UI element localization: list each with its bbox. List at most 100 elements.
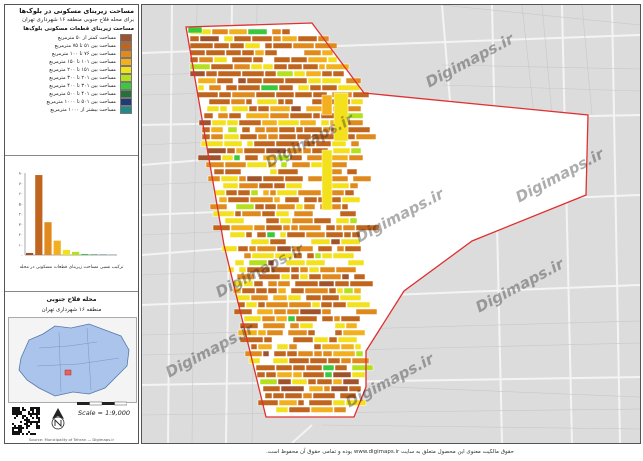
parcel: [197, 84, 205, 91]
parcel: [305, 231, 326, 238]
parcel: [223, 133, 240, 140]
qr-module: [20, 411, 22, 413]
parcel: [330, 154, 349, 161]
qr-module: [28, 425, 30, 427]
parcel: [206, 105, 220, 112]
parcel: [297, 350, 314, 357]
parcel: [299, 308, 322, 315]
parcel: [297, 399, 305, 406]
parcel: [210, 126, 224, 133]
parcel: [213, 56, 228, 63]
parcel: [275, 364, 293, 371]
parcel: [198, 56, 214, 63]
parcel: [352, 175, 372, 182]
parcel: [261, 315, 276, 322]
parcel: [241, 210, 262, 217]
parcel: [200, 140, 224, 147]
parcel: [269, 105, 291, 112]
parcel: [286, 231, 306, 238]
parcel: [265, 301, 289, 308]
parcel: [289, 322, 300, 329]
parcel: [241, 70, 265, 77]
parcel: [241, 49, 255, 56]
parcel: [225, 49, 242, 56]
parcel: [249, 196, 274, 203]
parcel: [332, 147, 351, 154]
parcel: [328, 287, 337, 294]
qr-module: [12, 423, 14, 425]
parcel: [313, 336, 329, 343]
parcel: [311, 98, 323, 105]
footer-copyright: حقوق مالکیت معنوی این محصول متعلق به سای…: [265, 449, 515, 455]
parcel: [282, 224, 291, 231]
qr-module: [26, 433, 28, 435]
parcel: [336, 245, 345, 252]
parcel: [227, 196, 250, 203]
parcel: [231, 56, 253, 63]
parcel: [262, 350, 270, 357]
legend-label: مساحت بین ۱۰۱ تا ۱۵۰ مترمربع: [49, 59, 116, 65]
parcel: [278, 399, 298, 406]
parcel: [321, 252, 333, 259]
qr-module: [18, 413, 20, 415]
parcel: [328, 336, 338, 343]
legend-swatch: [120, 106, 132, 114]
y-tick-label: ۶۰: [19, 191, 23, 196]
parcel: [285, 182, 303, 189]
parcel: [319, 266, 336, 273]
parcel: [263, 336, 273, 343]
parcel: [199, 35, 220, 42]
parcel: [355, 308, 378, 315]
parcel: [267, 133, 279, 140]
credit-text: Source: Municipality of Tehran — Digimap…: [28, 437, 115, 442]
qr-module: [14, 431, 16, 433]
qr-module: [20, 425, 22, 427]
parcel: [258, 182, 274, 189]
bar-51-75: [35, 175, 43, 255]
parcel: [291, 217, 314, 224]
qr-module: [30, 423, 32, 425]
legend-label: مساحت بین ۵۱ تا ۷۵ مترمربع: [54, 43, 116, 49]
qr-module: [30, 407, 32, 409]
parcel: [265, 126, 279, 133]
parcel: [253, 140, 276, 147]
parcel: [217, 112, 229, 119]
bar-301-400: [81, 253, 89, 255]
legend-item: مساحت بین ۱۰۱ تا ۱۵۰ مترمربع: [9, 58, 132, 66]
parcel: [284, 98, 294, 105]
parcel: [321, 49, 334, 56]
parcel: [222, 182, 239, 189]
parcel: [307, 378, 317, 385]
parcel: [330, 385, 349, 392]
parcel: [233, 63, 251, 70]
map-canvas[interactable]: Digimaps.ir Digimaps.ir Digimaps.ir Digimap…: [141, 4, 641, 444]
parcel: [237, 189, 251, 196]
parcel: [277, 168, 299, 175]
parcel: [223, 140, 243, 147]
parcel: [308, 273, 322, 280]
parcel: [334, 364, 348, 371]
parcel: [298, 224, 322, 231]
parcel: [230, 224, 254, 231]
parcel: [346, 301, 371, 308]
parcel: [354, 343, 362, 350]
parcel: [262, 63, 274, 70]
parcel: [299, 119, 317, 126]
parcel: [213, 42, 230, 49]
parcel: [255, 91, 276, 98]
parcel: [312, 112, 321, 119]
parcel: [303, 49, 322, 56]
parcel: [218, 196, 228, 203]
parcel: [337, 84, 361, 91]
qr-module: [16, 431, 18, 433]
parcel: [266, 329, 284, 336]
parcel: [262, 175, 285, 182]
parcel: [187, 26, 203, 34]
qr-module: [28, 421, 30, 423]
parcel: [256, 231, 267, 238]
parcel: [278, 126, 296, 133]
parcel: [292, 336, 314, 343]
y-tick-label: ۱۰: [19, 242, 23, 247]
parcel: [279, 217, 292, 224]
parcel: [262, 77, 285, 84]
